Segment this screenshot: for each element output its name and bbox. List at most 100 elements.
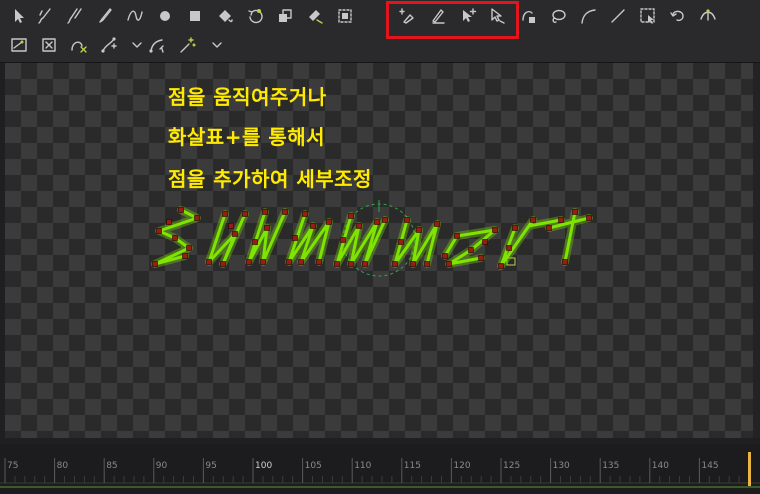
control-point[interactable] (512, 225, 518, 231)
control-point[interactable] (264, 225, 270, 231)
control-point[interactable] (546, 225, 552, 231)
control-point[interactable] (302, 211, 308, 217)
timeline-tick-label: 120 (453, 461, 471, 471)
control-point[interactable] (310, 223, 316, 229)
playhead[interactable] (748, 452, 751, 486)
control-point[interactable] (530, 217, 536, 223)
tool-delete-box-button[interactable] (38, 34, 60, 56)
control-point[interactable] (334, 261, 340, 267)
tool-dropdown-2-button[interactable] (206, 34, 228, 56)
tool-square-button[interactable] (184, 5, 206, 27)
tool-arc-button[interactable] (577, 5, 599, 27)
control-point[interactable] (398, 239, 404, 245)
control-point[interactable] (340, 237, 346, 243)
control-point[interactable] (482, 239, 488, 245)
control-point[interactable] (182, 253, 188, 259)
tool-rotate-button[interactable] (244, 5, 266, 27)
highlight-box (386, 1, 519, 39)
control-point[interactable] (356, 223, 362, 229)
control-point[interactable] (156, 228, 162, 234)
control-point[interactable] (172, 235, 178, 241)
control-point[interactable] (454, 233, 460, 239)
tool-magic-wand-button[interactable] (176, 34, 198, 56)
control-point[interactable] (562, 259, 568, 265)
transform-box-icon (11, 38, 27, 52)
control-point[interactable] (260, 259, 266, 265)
control-point[interactable] (282, 209, 288, 215)
control-point[interactable] (194, 215, 200, 221)
control-point[interactable] (410, 261, 416, 267)
control-point[interactable] (382, 217, 388, 223)
tool-brush-a-button[interactable] (34, 5, 56, 27)
control-point[interactable] (220, 261, 226, 267)
tool-select-button[interactable] (8, 5, 30, 27)
tool-transform-box-button[interactable] (8, 34, 30, 56)
tool-layers-button[interactable] (274, 5, 296, 27)
control-point[interactable] (416, 227, 422, 233)
control-point[interactable] (478, 255, 484, 261)
tool-circle-button[interactable] (154, 5, 176, 27)
control-point[interactable] (572, 209, 578, 215)
control-point[interactable] (374, 219, 380, 225)
control-point[interactable] (442, 253, 448, 259)
chevron-down-icon (132, 42, 142, 48)
tool-marquee-button[interactable] (637, 5, 659, 27)
control-point[interactable] (298, 259, 304, 265)
control-point[interactable] (558, 217, 564, 223)
tool-lock-shape-button[interactable] (517, 5, 539, 27)
control-point[interactable] (262, 209, 268, 215)
toolbar (0, 0, 760, 63)
control-point[interactable] (292, 235, 298, 241)
control-point[interactable] (232, 231, 238, 237)
lasso-icon (552, 9, 566, 23)
tool-paint-clear-button[interactable] (304, 5, 326, 27)
control-point[interactable] (246, 259, 252, 265)
tool-fill-button[interactable] (214, 5, 236, 27)
control-point[interactable] (178, 207, 184, 213)
tool-line-button[interactable] (607, 5, 629, 27)
tool-path-edit-button[interactable] (146, 34, 168, 56)
control-point[interactable] (362, 261, 368, 267)
control-point[interactable] (586, 215, 592, 221)
control-point[interactable] (392, 261, 398, 267)
line-tool-icon (611, 9, 625, 23)
tool-close-curve-button[interactable] (68, 34, 90, 56)
control-point[interactable] (498, 263, 504, 269)
control-point[interactable] (252, 239, 258, 245)
circle-icon (160, 11, 170, 21)
summer-stroke-artwork[interactable] (145, 198, 625, 288)
tool-lasso-button[interactable] (547, 5, 569, 27)
control-point[interactable] (468, 247, 474, 253)
fill-bucket-icon (219, 10, 233, 23)
control-point[interactable] (348, 213, 354, 219)
control-point[interactable] (424, 261, 430, 267)
tool-brush-c-button[interactable] (94, 5, 116, 27)
control-point[interactable] (434, 221, 440, 227)
control-point[interactable] (186, 245, 192, 251)
control-point[interactable] (348, 261, 354, 267)
tool-tangent-button[interactable] (697, 5, 719, 27)
tool-curve-button[interactable] (124, 5, 146, 27)
tool-brush-b-button[interactable] (64, 5, 86, 27)
control-point[interactable] (286, 259, 292, 265)
control-point[interactable] (404, 217, 410, 223)
timeline-tick-label: 80 (56, 461, 69, 471)
control-point[interactable] (222, 211, 228, 217)
control-point[interactable] (316, 259, 322, 265)
control-point[interactable] (326, 219, 332, 225)
control-point[interactable] (242, 211, 248, 217)
control-point[interactable] (166, 219, 172, 225)
tool-path-points-button[interactable] (98, 34, 120, 56)
control-point[interactable] (446, 261, 452, 267)
control-point[interactable] (506, 245, 512, 251)
control-point[interactable] (206, 259, 212, 265)
control-point[interactable] (152, 261, 158, 267)
control-point[interactable] (228, 223, 234, 229)
timeline-tick-label: 105 (304, 461, 322, 471)
tool-frame-button[interactable] (334, 5, 356, 27)
tool-undo-curve-button[interactable] (667, 5, 689, 27)
pencil-brush-icon (99, 8, 112, 23)
tool-dropdown-1-button[interactable] (126, 34, 148, 56)
timeline-tick-label: 115 (403, 461, 421, 471)
control-point[interactable] (492, 227, 498, 233)
